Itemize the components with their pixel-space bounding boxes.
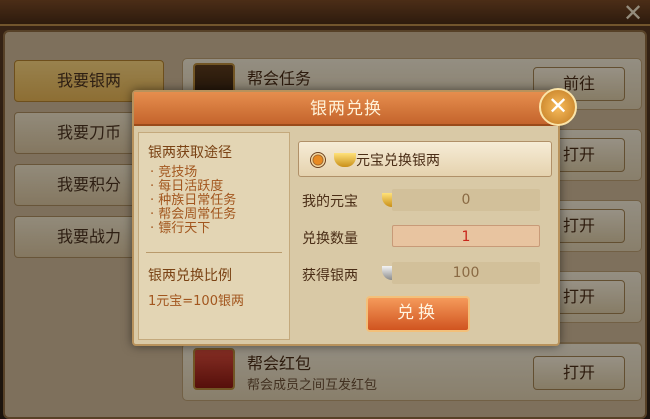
dialog-close-button[interactable]: ✕ (539, 88, 577, 126)
option-radio[interactable] (310, 152, 326, 168)
quantity-label: 兑换数量 (302, 231, 358, 247)
dialog-title: 银两兑换 (310, 99, 382, 119)
source-item: · 帮会周常任务 (150, 207, 237, 222)
my-gold-label: 我的元宝 (302, 194, 358, 210)
option-label: 元宝兑换银两 (356, 153, 440, 169)
my-gold-value: 0 (392, 189, 540, 211)
sources-heading: 银两获取途径 (148, 145, 232, 161)
dialog-header: 银两兑换 (134, 92, 558, 126)
ratio-text: 1元宝=100银两 (148, 294, 244, 309)
exchange-button[interactable]: 兑换 (366, 296, 470, 332)
screen: ✕ 我要银两 我要刀币 我要积分 我要战力 帮会任务 前往 打开 打开 打开 打… (0, 0, 650, 419)
silver-gained-label: 获得银两 (302, 268, 358, 284)
silver-gained-value: 100 (392, 262, 540, 284)
source-item: · 竞技场 (150, 165, 198, 180)
source-item: · 镖行天下 (150, 221, 211, 236)
divider (146, 252, 282, 253)
source-item: · 种族日常任务 (150, 193, 237, 208)
quantity-input[interactable]: 1 (392, 225, 540, 247)
source-item: · 每日活跃度 (150, 179, 224, 194)
ratio-heading: 银两兑换比例 (148, 268, 232, 284)
